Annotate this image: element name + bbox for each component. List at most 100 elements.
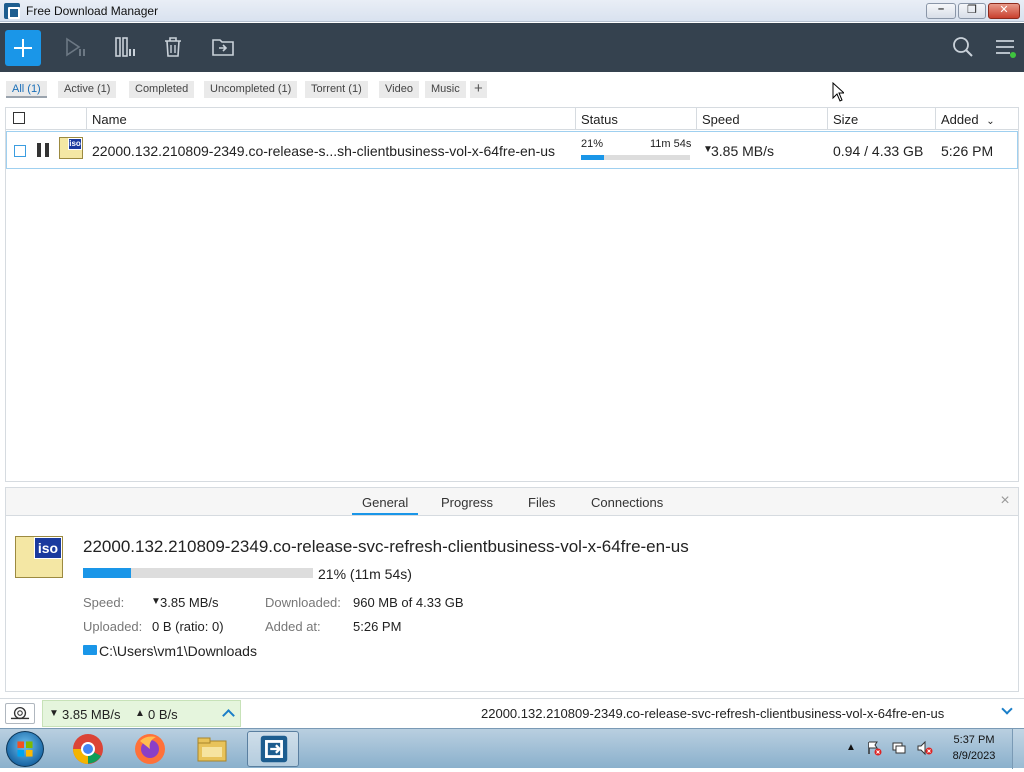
up-arrow-icon: ▲ [135, 708, 145, 719]
filter-video[interactable]: Video [379, 81, 419, 98]
snail-icon [10, 706, 30, 720]
column-name[interactable]: Name [86, 108, 575, 130]
app-logo-icon [4, 3, 20, 19]
start-button[interactable] [6, 731, 44, 767]
clock-time: 5:37 PM [953, 734, 995, 746]
sort-desc-icon: ⌄ [986, 116, 995, 127]
iso-file-icon: iso [59, 137, 83, 159]
tab-connections[interactable]: Connections [581, 488, 673, 515]
speed-value: 3.85 MB/s [160, 595, 219, 610]
downloaded-label: Downloaded: [265, 595, 341, 610]
move-folder-icon[interactable] [211, 35, 235, 59]
chevron-down-icon[interactable] [1001, 703, 1013, 715]
windows-logo-icon [17, 741, 33, 757]
title-bar: Free Download Manager – ❐ ✕ [0, 0, 1024, 22]
add-filter-button[interactable]: + [470, 81, 487, 98]
iso-tag-large: iso [34, 537, 62, 559]
row-progress-fill [581, 155, 604, 160]
down-arrow-icon: ▼ [49, 708, 59, 719]
row-eta: 11m 54s [650, 138, 692, 150]
show-desktop-button[interactable] [1012, 729, 1024, 769]
toolbar [0, 23, 1024, 72]
column-speed[interactable]: Speed [696, 108, 827, 130]
row-added: 5:26 PM [941, 143, 994, 159]
chevron-up-icon[interactable] [222, 709, 235, 722]
menu-icon[interactable] [993, 35, 1017, 59]
tab-progress[interactable]: Progress [431, 488, 503, 515]
iso-file-icon-large: iso [15, 536, 63, 578]
mouse-cursor-icon [832, 81, 846, 102]
details-panel: General Progress Files Connections × iso… [5, 487, 1019, 692]
row-percent: 21% [581, 138, 604, 150]
tab-general[interactable]: General [352, 488, 419, 515]
download-list: Name Status Speed Size Added ⌄ iso 22000… [5, 107, 1019, 482]
filter-bar: All (1) Active (1) Completed Uncompleted… [0, 72, 1024, 106]
iso-tag: iso [68, 138, 82, 150]
uploaded-value: 0 B (ratio: 0) [152, 619, 224, 634]
select-all-checkbox[interactable] [13, 112, 25, 124]
filter-active[interactable]: Active (1) [58, 81, 117, 98]
resume-icon[interactable] [64, 35, 88, 59]
delete-icon[interactable] [161, 35, 185, 59]
taskbar-chrome[interactable] [62, 731, 114, 767]
speed-mode-button[interactable] [5, 703, 35, 724]
row-progress-bar [581, 155, 690, 160]
current-download-name: 22000.132.210809-2349.co-release-svc-ref… [481, 706, 945, 721]
filter-all[interactable]: All (1) [6, 81, 47, 98]
details-progress-bar [83, 568, 313, 578]
taskbar-file-explorer[interactable] [186, 731, 238, 767]
filter-uncompleted[interactable]: Uncompleted (1) [204, 81, 298, 98]
column-added-label: Added [941, 112, 979, 127]
firefox-icon [135, 734, 165, 764]
pause-all-icon[interactable] [113, 35, 137, 59]
speed-label: Speed: [83, 595, 125, 610]
folder-icon [83, 645, 97, 655]
close-button[interactable]: ✕ [988, 3, 1020, 19]
add-download-button[interactable] [5, 30, 41, 66]
chrome-icon [73, 734, 103, 764]
details-tabs: General Progress Files Connections × [6, 488, 1018, 516]
restore-icon: ❐ [967, 4, 977, 16]
details-filename: 22000.132.210809-2349.co-release-svc-ref… [83, 537, 689, 556]
filter-torrent[interactable]: Torrent (1) [305, 81, 368, 98]
close-icon: ✕ [999, 4, 1009, 16]
column-size[interactable]: Size [827, 108, 935, 130]
row-checkbox[interactable] [14, 145, 26, 157]
filter-completed[interactable]: Completed [129, 81, 195, 98]
row-name: 22000.132.210809-2349.co-release-s...sh-… [92, 143, 556, 159]
down-speed: 3.85 MB/s [62, 707, 121, 722]
taskbar: ▲ 5:37 PM 8/9/2023 [0, 728, 1024, 769]
row-size: 0.94 / 4.33 GB [833, 143, 924, 159]
speed-summary[interactable]: ▼ 3.85 MB/s ▲ 0 B/s [42, 700, 241, 727]
volume-muted-icon[interactable] [916, 740, 934, 756]
window-title: Free Download Manager [26, 4, 159, 18]
close-details-icon[interactable]: × [998, 493, 1012, 509]
search-icon[interactable] [951, 35, 975, 59]
free-download-manager-icon [260, 735, 288, 763]
pause-icon[interactable] [37, 143, 49, 157]
minimize-button[interactable]: – [926, 3, 956, 19]
minimize-icon: – [937, 3, 945, 15]
column-added[interactable]: Added ⌄ [935, 108, 1018, 130]
details-progress-text: 21% (11m 54s) [318, 566, 412, 582]
network-icon[interactable] [891, 740, 907, 756]
added-at-label: Added at: [265, 619, 321, 634]
tab-files[interactable]: Files [518, 488, 565, 515]
uploaded-label: Uploaded: [83, 619, 143, 634]
up-speed: 0 B/s [148, 707, 178, 722]
table-row[interactable]: iso 22000.132.210809-2349.co-release-s..… [6, 131, 1018, 169]
action-center-icon[interactable] [866, 740, 882, 756]
added-at-value: 5:26 PM [353, 619, 402, 634]
show-hidden-icons[interactable]: ▲ [846, 742, 856, 753]
file-explorer-icon [197, 737, 227, 762]
column-status[interactable]: Status [575, 108, 696, 130]
taskbar-free-download-manager[interactable] [247, 731, 299, 767]
download-path-link[interactable]: C:\Users\vm1\Downloads [99, 643, 257, 659]
details-progress-fill [83, 568, 132, 578]
taskbar-firefox[interactable] [124, 731, 176, 767]
restore-button[interactable]: ❐ [958, 3, 986, 19]
list-header: Name Status Speed Size Added ⌄ [6, 108, 1018, 130]
filter-music[interactable]: Music [425, 81, 466, 98]
system-clock[interactable]: 5:37 PM 8/9/2023 [944, 732, 1004, 764]
status-bar: ▼ 3.85 MB/s ▲ 0 B/s 22000.132.210809-234… [0, 698, 1024, 727]
